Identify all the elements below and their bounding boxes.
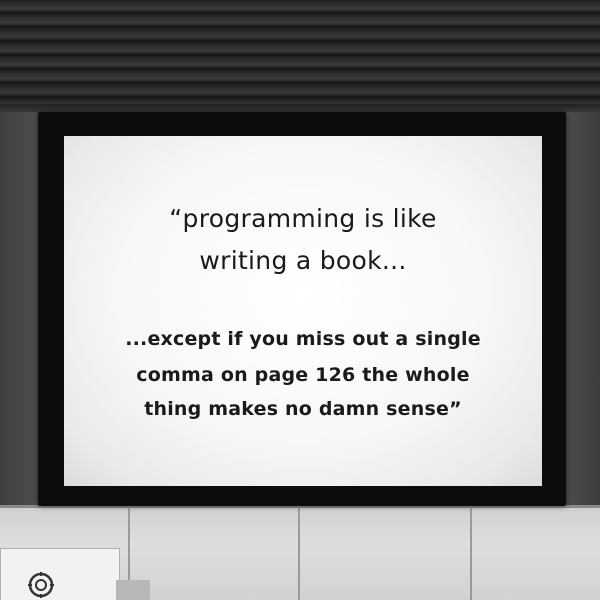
- ceiling-slats: [0, 0, 600, 112]
- circular-logo-icon: [28, 572, 54, 598]
- wall-fixture: [116, 580, 150, 600]
- photo-scene: “programming is like writing a book... .…: [0, 0, 600, 600]
- quote-line-4: comma on page 126 the whole: [136, 364, 470, 386]
- wall-sign: [0, 548, 120, 600]
- panel-seam: [298, 505, 300, 600]
- panel-seam: [470, 505, 472, 600]
- quote-line-2: writing a book...: [199, 246, 407, 275]
- quote-line-1: “programming is like: [169, 204, 437, 233]
- quote-line-5: thing makes no damn sense”: [144, 398, 462, 420]
- projection-screen: “programming is like writing a book... .…: [64, 136, 542, 486]
- quote-line-3: ...except if you miss out a single: [125, 328, 481, 350]
